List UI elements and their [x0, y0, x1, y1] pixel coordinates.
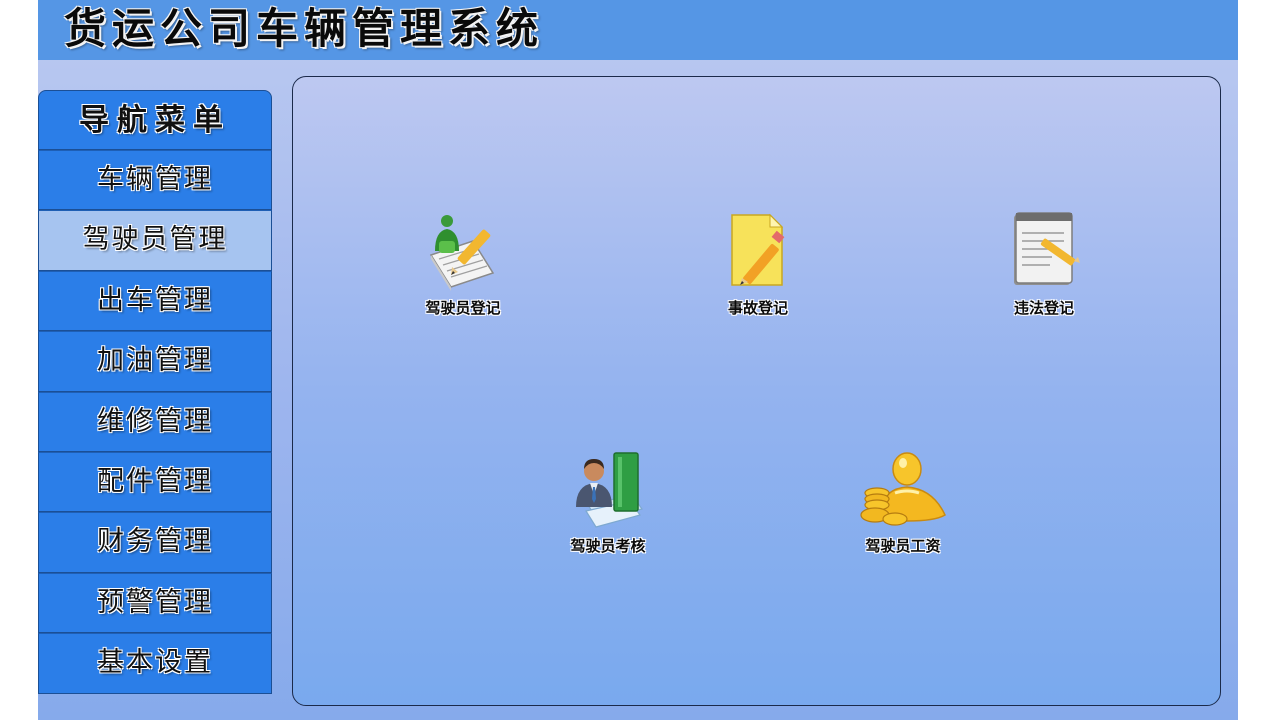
- driver-assessment-icon: [576, 452, 643, 528]
- title-bar: 货运公司车辆管理系统: [38, 0, 1238, 60]
- nav-item-fuel[interactable]: 加油管理: [38, 331, 272, 392]
- tile-driver-salary-label: 驾驶员工资: [865, 537, 941, 555]
- tile-driver-register-label: 驾驶员登记: [425, 299, 501, 317]
- tile-violation-register-label: 违法登记: [1013, 299, 1074, 317]
- driver-register-icon: [429, 215, 495, 291]
- nav-item-settings[interactable]: 基本设置: [38, 633, 272, 694]
- app-title: 货运公司车辆管理系统: [64, 4, 545, 53]
- tile-driver-register[interactable]: 驾驶员登记: [393, 211, 533, 318]
- tile-violation-register[interactable]: 违法登记: [974, 211, 1114, 318]
- nav-header: 导航菜单: [38, 90, 272, 150]
- tile-accident-register-label: 事故登记: [727, 299, 788, 317]
- tile-accident-register[interactable]: 事故登记: [688, 211, 828, 318]
- nav-item-repair[interactable]: 维修管理: [38, 391, 272, 452]
- nav-item-driver[interactable]: 驾驶员管理: [38, 210, 272, 271]
- nav-item-dispatch[interactable]: 出车管理: [38, 270, 272, 332]
- app-window: 货运公司车辆管理系统 导航菜单 车辆管理 驾驶员管理 出车管理 加油管理 维修管…: [38, 0, 1238, 720]
- nav-item-vehicle[interactable]: 车辆管理: [38, 150, 272, 211]
- accident-note-icon: [731, 213, 785, 286]
- content-panel: 驾驶员登记 事故登记 违法登记 驾驶员考核 驾驶员工资: [292, 76, 1221, 706]
- navigation-menu: 导航菜单 车辆管理 驾驶员管理 出车管理 加油管理 维修管理 配件管理 财务管理…: [38, 90, 272, 694]
- nav-item-finance[interactable]: 财务管理: [38, 512, 272, 573]
- tile-driver-assessment-label: 驾驶员考核: [570, 537, 646, 555]
- tile-driver-salary[interactable]: 驾驶员工资: [833, 449, 973, 556]
- violation-notepad-icon: [1014, 212, 1080, 285]
- nav-item-parts[interactable]: 配件管理: [38, 451, 272, 513]
- salary-coins-icon: [860, 452, 946, 526]
- tile-driver-assessment[interactable]: 驾驶员考核: [538, 449, 678, 556]
- nav-item-warning[interactable]: 预警管理: [38, 572, 272, 634]
